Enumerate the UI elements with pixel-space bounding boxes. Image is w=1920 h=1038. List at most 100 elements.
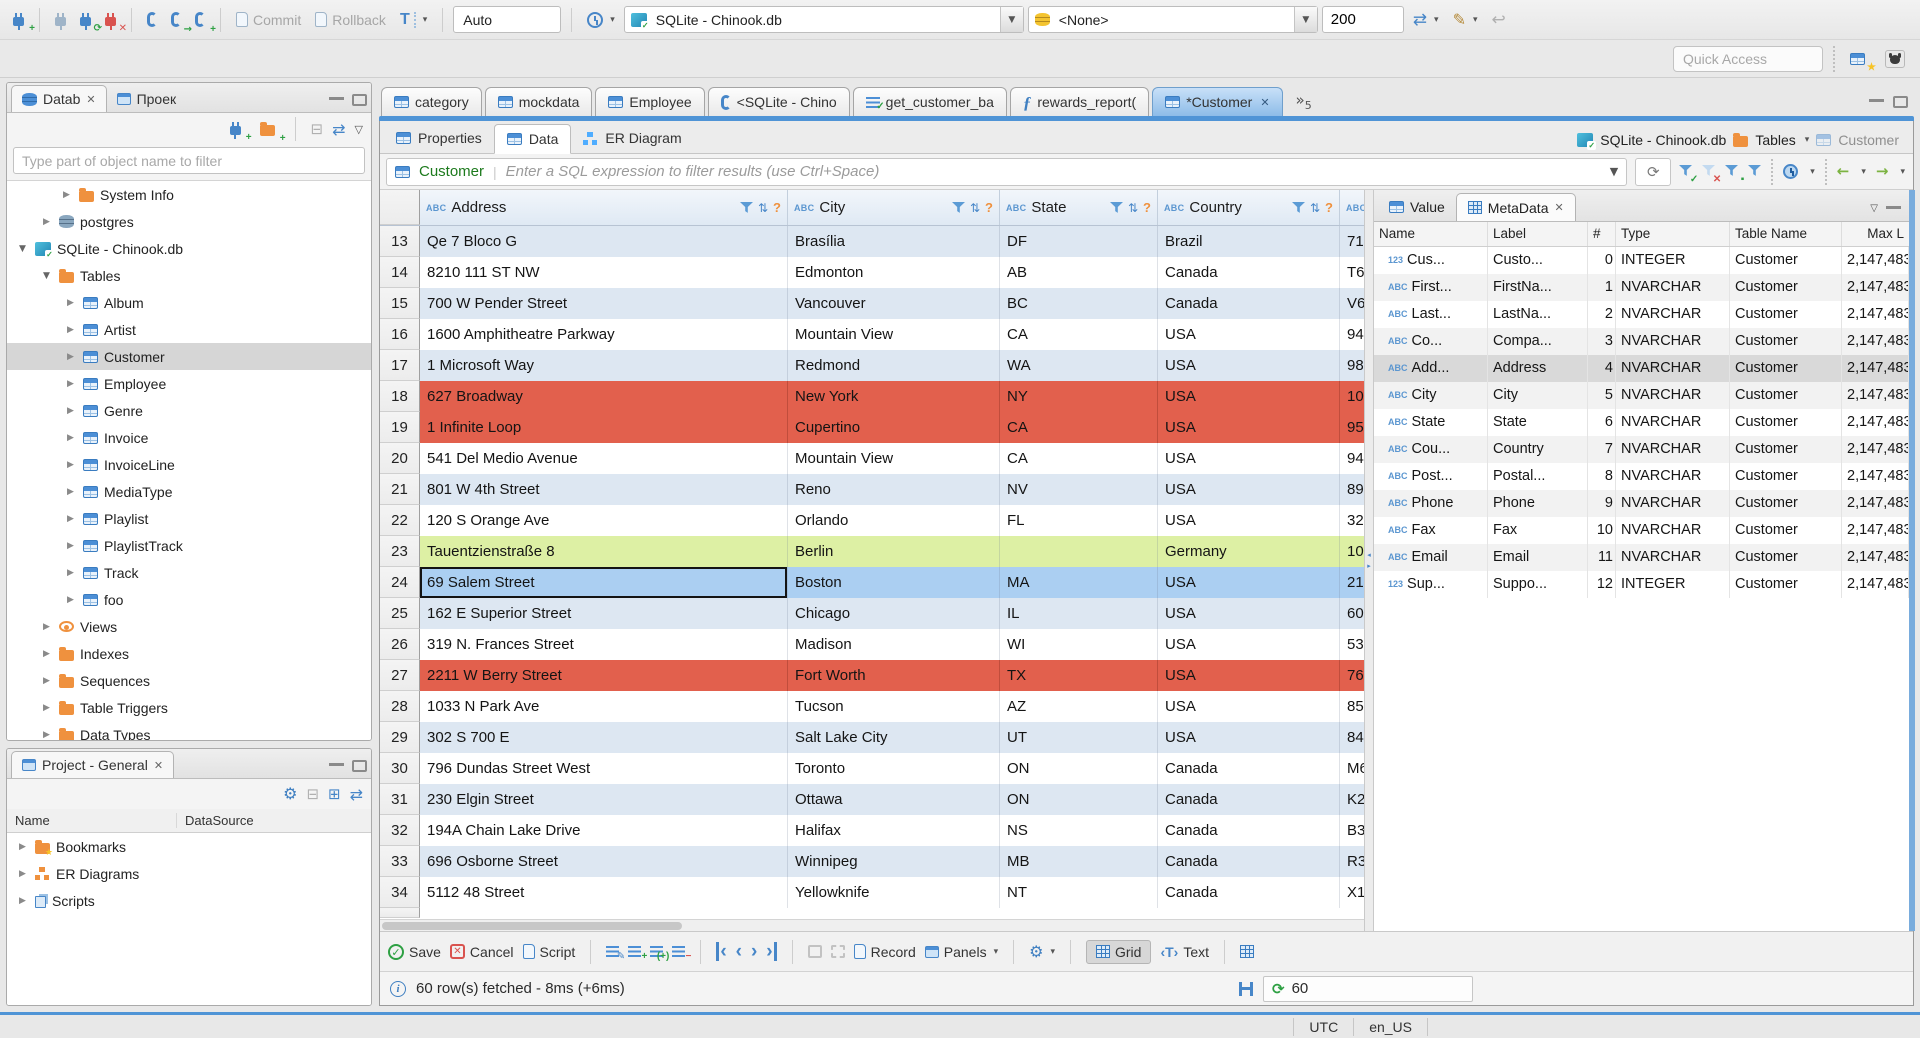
expand-arrow-icon[interactable]: ▶ bbox=[67, 595, 77, 605]
expand-arrow-icon[interactable]: ▶ bbox=[67, 406, 77, 416]
cell-city[interactable]: Cupertino bbox=[788, 412, 1000, 443]
cell-address[interactable]: 1 Infinite Loop bbox=[420, 412, 788, 443]
minimize-icon[interactable] bbox=[1886, 205, 1901, 209]
expand-arrow-icon[interactable]: ▶ bbox=[67, 460, 77, 470]
sql-filter-field[interactable]: Customer | Enter a SQL expression to fil… bbox=[386, 157, 1628, 186]
tree-item-customer[interactable]: ▶ Customer bbox=[7, 343, 371, 370]
grid-row[interactable]: 31 230 Elgin Street Ottawa ON Canada K2 bbox=[380, 784, 1364, 815]
expand-arrow-icon[interactable]: ▶ bbox=[67, 487, 77, 497]
duplicate-row-button[interactable]: (+) bbox=[650, 946, 669, 962]
cell-postal[interactable]: R3 bbox=[1340, 846, 1364, 877]
cell-postal[interactable]: V6 bbox=[1340, 288, 1364, 319]
cell-city[interactable]: Winnipeg bbox=[788, 846, 1000, 877]
tab-metadata[interactable]: MetaData ✕ bbox=[1455, 193, 1576, 221]
grid-row[interactable]: 34 5112 48 Street Yellowknife NT Canada X1 bbox=[380, 877, 1364, 908]
link-editor-icon[interactable]: ⇄ bbox=[332, 120, 345, 139]
expand-icon[interactable]: ⊞ bbox=[328, 785, 341, 803]
grid-view-button[interactable]: Grid bbox=[1085, 939, 1152, 964]
chevron-down-icon[interactable]: ▾ bbox=[1805, 135, 1810, 145]
tree-item-genre[interactable]: ▶ Genre bbox=[7, 397, 371, 424]
tree-item-playlisttrack[interactable]: ▶ PlaylistTrack bbox=[7, 532, 371, 559]
cell-postal[interactable]: 10 bbox=[1340, 536, 1364, 567]
database-dropdown-button[interactable]: ▼ bbox=[1293, 7, 1317, 32]
close-icon[interactable]: ✕ bbox=[154, 759, 163, 772]
row-number[interactable]: 31 bbox=[380, 784, 420, 815]
meta-row[interactable]: ABC Last... LastNa... 2 NVARCHAR Customer 2,14… bbox=[1374, 301, 1909, 328]
filter-dropdown-icon[interactable]: ▼ bbox=[1610, 165, 1618, 178]
grid-row[interactable]: 21 801 W 4th Street Reno NV USA 89 bbox=[380, 474, 1364, 505]
collapse-all-icon[interactable]: ⊟ bbox=[311, 120, 324, 138]
cell-state[interactable]: TX bbox=[1000, 660, 1158, 691]
expand-arrow-icon[interactable]: ▶ bbox=[67, 433, 77, 443]
cell-city[interactable]: Toronto bbox=[788, 753, 1000, 784]
row-number[interactable]: 23 bbox=[380, 536, 420, 567]
quick-access-input[interactable] bbox=[1673, 45, 1823, 72]
focus-cell-button[interactable] bbox=[830, 945, 845, 958]
script-button[interactable]: Script bbox=[522, 944, 575, 960]
cell-country[interactable]: USA bbox=[1158, 412, 1340, 443]
cell-state[interactable]: BC bbox=[1000, 288, 1158, 319]
cell-country[interactable]: Canada bbox=[1158, 753, 1340, 784]
editor-tab[interactable]: Employee bbox=[595, 87, 705, 116]
cell-state[interactable]: AZ bbox=[1000, 691, 1158, 722]
grid-row[interactable]: 23 Tauentzienstraße 8 Berlin Germany 10 bbox=[380, 536, 1364, 567]
cell-postal[interactable]: M6 bbox=[1340, 753, 1364, 784]
cell-state[interactable]: MB bbox=[1000, 846, 1158, 877]
grid-row[interactable]: 32 194A Chain Lake Drive Halifax NS Canada B3 bbox=[380, 815, 1364, 846]
maximize-icon[interactable] bbox=[352, 760, 367, 772]
text-view-button[interactable]: ‹T› Text bbox=[1160, 944, 1209, 960]
record-mode-button[interactable]: Record bbox=[853, 944, 916, 960]
cell-city[interactable]: Vancouver bbox=[788, 288, 1000, 319]
row-number[interactable]: 27 bbox=[380, 660, 420, 691]
chevron-down-icon[interactable]: ▾ bbox=[1810, 167, 1815, 177]
last-row-button[interactable]: › bbox=[766, 942, 777, 961]
cell-postal[interactable]: 84 bbox=[1340, 722, 1364, 753]
back-arrow-icon[interactable]: ← bbox=[1837, 164, 1850, 179]
column-name[interactable]: Name bbox=[7, 813, 177, 828]
row-number[interactable]: 25 bbox=[380, 598, 420, 629]
grid-row[interactable]: 30 796 Dundas Street West Toronto ON Canada M… bbox=[380, 753, 1364, 784]
cell-country[interactable]: USA bbox=[1158, 505, 1340, 536]
grid-row[interactable]: 19 1 Infinite Loop Cupertino CA USA 95 bbox=[380, 412, 1364, 443]
tab-projects[interactable]: Проек bbox=[107, 85, 187, 112]
expand-arrow-icon[interactable]: ▶ bbox=[19, 869, 29, 879]
new-sql-editor-button[interactable]: + bbox=[190, 9, 216, 35]
column-header-postal[interactable]: ABC bbox=[1340, 190, 1364, 225]
expand-arrow-icon[interactable]: ▶ bbox=[43, 217, 53, 227]
cell-state[interactable]: DF bbox=[1000, 226, 1158, 257]
row-number[interactable]: 17 bbox=[380, 350, 420, 381]
row-number[interactable]: 21 bbox=[380, 474, 420, 505]
sort-icon[interactable]: ⇅ bbox=[970, 201, 980, 215]
cell-address[interactable]: 700 W Pender Street bbox=[420, 288, 788, 319]
cell-city[interactable]: Salt Lake City bbox=[788, 722, 1000, 753]
row-number[interactable]: 33 bbox=[380, 846, 420, 877]
row-number[interactable]: 19 bbox=[380, 412, 420, 443]
cell-city[interactable]: Mountain View bbox=[788, 319, 1000, 350]
cell-state[interactable]: NY bbox=[1000, 381, 1158, 412]
tree-item-postgres[interactable]: ▶ postgres bbox=[7, 208, 371, 235]
disconnect-button[interactable]: ✕ bbox=[100, 11, 127, 33]
cell-address[interactable]: 541 Del Medio Avenue bbox=[420, 443, 788, 474]
row-number[interactable]: 24 bbox=[380, 567, 420, 598]
cell-country[interactable]: USA bbox=[1158, 474, 1340, 505]
cell-country[interactable]: USA bbox=[1158, 722, 1340, 753]
meta-row[interactable]: ABC Post... Postal... 8 NVARCHAR Customer 2,14… bbox=[1374, 463, 1909, 490]
minimize-icon[interactable] bbox=[329, 96, 344, 100]
cell-city[interactable]: Madison bbox=[788, 629, 1000, 660]
editor-tab[interactable]: <SQLite - Chino bbox=[707, 87, 850, 116]
collapse-left-icon[interactable]: ◂ bbox=[1367, 551, 1371, 559]
cell-country[interactable]: USA bbox=[1158, 319, 1340, 350]
column-label[interactable]: Label bbox=[1488, 222, 1588, 246]
expand-arrow-icon[interactable]: ▶ bbox=[67, 541, 77, 551]
grid-row[interactable]: 22 120 S Orange Ave Orlando FL USA 32 bbox=[380, 505, 1364, 536]
column-datasource[interactable]: DataSource bbox=[177, 813, 254, 828]
expand-arrow-icon[interactable]: ▶ bbox=[67, 379, 77, 389]
grid-row[interactable]: 25 162 E Superior Street Chicago IL USA 60 bbox=[380, 598, 1364, 629]
panel-splitter[interactable]: ◂ ▸ bbox=[1365, 190, 1373, 931]
expand-arrow-icon[interactable]: ▶ bbox=[67, 298, 77, 308]
meta-row[interactable]: ABC Email Email 11 NVARCHAR Customer 2,147,483 bbox=[1374, 544, 1909, 571]
column-number[interactable]: # bbox=[1588, 222, 1616, 246]
cell-state[interactable]: WI bbox=[1000, 629, 1158, 660]
cell-address[interactable]: 69 Salem Street bbox=[420, 567, 788, 598]
cell-address[interactable]: 1033 N Park Ave bbox=[420, 691, 788, 722]
